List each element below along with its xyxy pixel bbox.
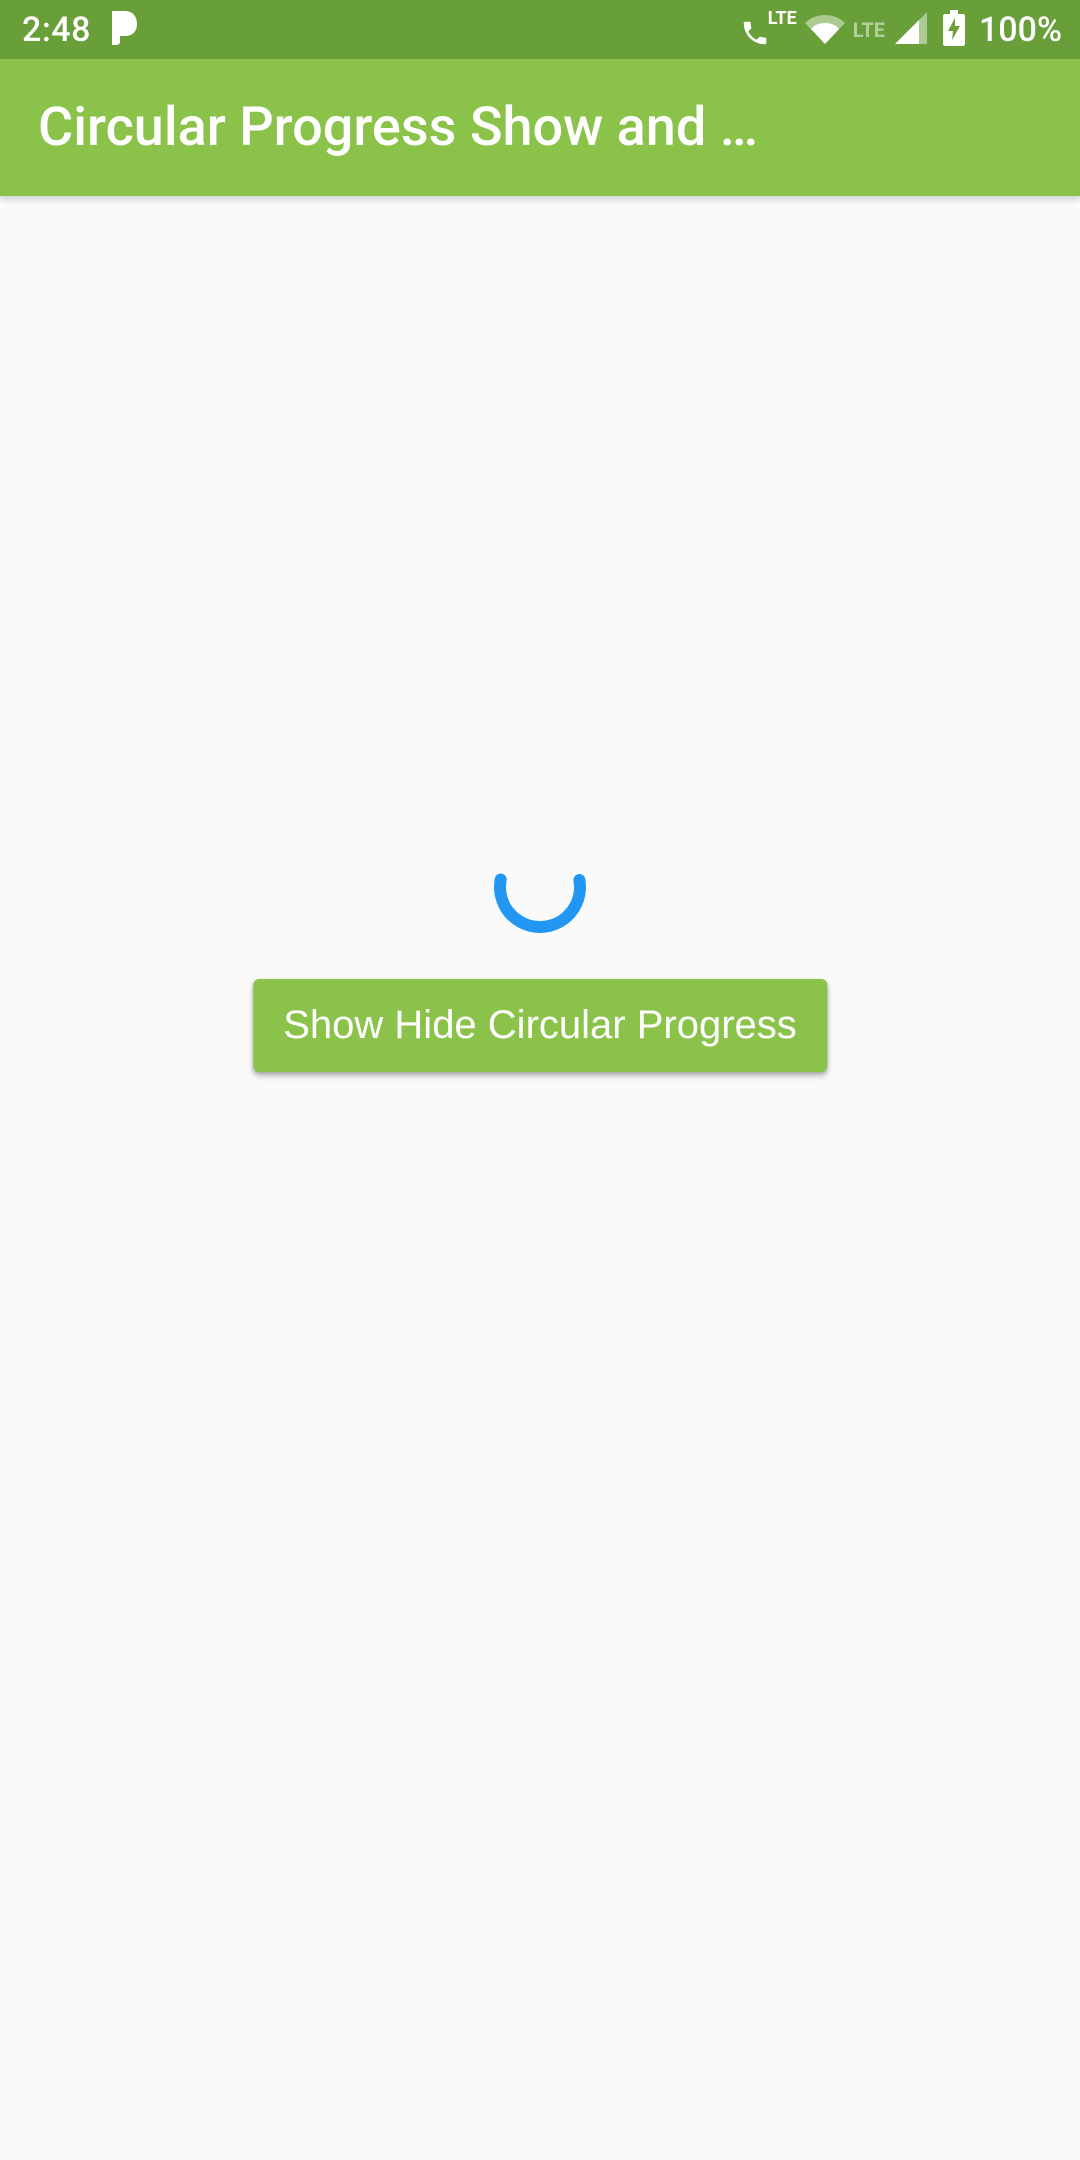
circular-progress-icon bbox=[490, 837, 590, 937]
status-bar: 2:48 LTE LTE bbox=[0, 0, 1080, 59]
toggle-progress-button[interactable]: Show Hide Circular Progress bbox=[253, 979, 827, 1072]
battery-percentage: 100% bbox=[979, 10, 1062, 50]
status-right: LTE LTE 100% bbox=[740, 10, 1062, 50]
lte-dim-label: LTE bbox=[853, 18, 885, 42]
lte-label: LTE bbox=[768, 8, 797, 29]
battery-charging-icon bbox=[933, 10, 965, 50]
status-time: 2:48 bbox=[22, 10, 91, 50]
pandora-icon bbox=[109, 11, 137, 49]
wifi-icon bbox=[803, 12, 845, 48]
page-title: Circular Progress Show and … bbox=[38, 96, 1042, 159]
signal-icon bbox=[891, 12, 927, 48]
phone-lte-icon: LTE bbox=[740, 12, 797, 48]
content-area: Show Hide Circular Progress bbox=[0, 196, 1080, 2160]
status-left: 2:48 bbox=[22, 10, 137, 50]
app-bar: Circular Progress Show and … bbox=[0, 59, 1080, 196]
